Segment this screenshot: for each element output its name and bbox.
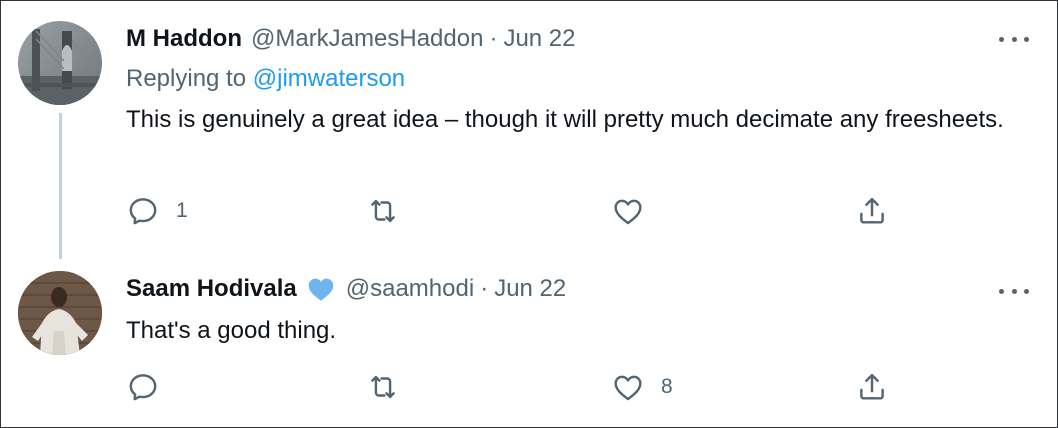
tweet-text: That's a good thing. <box>126 317 337 344</box>
more-options-icon[interactable] <box>999 283 1029 299</box>
author-handle[interactable]: @MarkJamesHaddon <box>251 23 483 55</box>
replying-to-link[interactable]: @jimwaterson <box>253 65 405 92</box>
tweet-date[interactable]: Jun 22 <box>503 23 575 55</box>
tweet-text: This is genuinely a great idea – though … <box>126 106 1004 133</box>
reply-icon <box>129 198 157 225</box>
tweet-date[interactable]: Jun 22 <box>494 273 566 305</box>
tweet-actions: 8 <box>1 367 1057 407</box>
tweet-1[interactable]: M Haddon @MarkJamesHaddon · Jun 22 Reply… <box>1 1 1057 259</box>
avatar[interactable] <box>18 21 102 105</box>
share-icon <box>860 197 884 224</box>
share-button[interactable] <box>855 191 889 231</box>
heart-icon <box>614 375 642 401</box>
header-separator: · <box>480 275 489 302</box>
replying-to-line: Replying to @jimwaterson <box>126 63 405 95</box>
reply-count: 1 <box>176 199 188 222</box>
retweet-icon <box>371 199 395 223</box>
author-name[interactable]: M Haddon <box>126 23 242 55</box>
tweet-header: M Haddon @MarkJamesHaddon · Jun 22 <box>126 23 576 55</box>
retweet-icon <box>371 375 395 399</box>
like-count: 8 <box>661 375 673 398</box>
heart-icon <box>614 199 642 225</box>
retweet-button[interactable] <box>366 191 416 231</box>
like-button[interactable]: 8 <box>611 367 673 407</box>
author-handle[interactable]: @saamhodi <box>346 273 474 305</box>
verified-badge-icon <box>305 273 337 305</box>
tweet-2[interactable]: Saam Hodivala @saamhodi · Jun 22 That's … <box>1 255 1057 427</box>
share-icon <box>860 373 884 400</box>
retweet-button[interactable] <box>366 367 416 407</box>
avatar[interactable] <box>18 271 102 355</box>
more-options-icon[interactable] <box>999 31 1029 47</box>
tweet-actions: 1 <box>1 191 1057 231</box>
avatar-photo <box>18 271 102 355</box>
share-button[interactable] <box>855 367 889 407</box>
reply-icon <box>129 374 157 401</box>
tweet-header: Saam Hodivala @saamhodi · Jun 22 <box>126 273 566 305</box>
like-button[interactable] <box>611 191 661 231</box>
thread-connector-line <box>59 113 62 259</box>
avatar-photo <box>18 21 102 105</box>
author-name[interactable]: Saam Hodivala <box>126 273 297 305</box>
tweet-thread-card: M Haddon @MarkJamesHaddon · Jun 22 Reply… <box>0 0 1058 428</box>
header-separator: · <box>489 25 498 52</box>
reply-button[interactable]: 1 <box>126 191 188 231</box>
reply-button[interactable] <box>126 367 176 407</box>
replying-to-label: Replying to <box>126 65 253 92</box>
